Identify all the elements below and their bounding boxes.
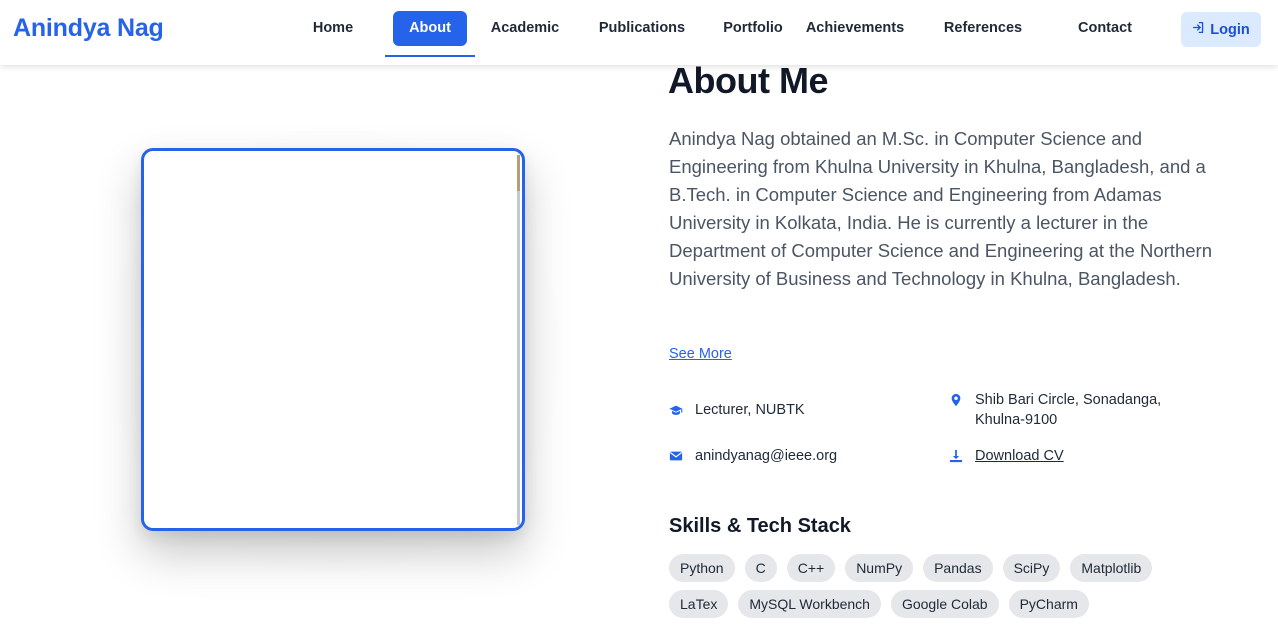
site-brand[interactable]: Anindya Nag: [13, 14, 164, 43]
skill-chip: SciPy: [1002, 554, 1061, 582]
skills-list: Python C C++ NumPy Pandas SciPy Matplotl…: [669, 554, 1209, 618]
position-info: Lecturer, NUBTK: [669, 400, 805, 423]
skill-chip: LaTex: [669, 590, 729, 618]
skill-chip: Matplotlib: [1070, 554, 1153, 582]
nav-home[interactable]: Home: [303, 11, 363, 46]
about-description: Anindya Nag obtained an M.Sc. in Compute…: [669, 128, 1212, 289]
skill-chip: PyCharm: [1008, 590, 1089, 618]
page-title: About Me: [668, 60, 828, 101]
nav-portfolio[interactable]: Portfolio: [718, 11, 788, 46]
nav-achievements[interactable]: Achievements: [801, 11, 909, 46]
email-text[interactable]: anindyanag@ieee.org: [695, 446, 837, 466]
login-button[interactable]: Login: [1181, 12, 1261, 47]
sign-in-icon: [1192, 21, 1205, 38]
nav-about[interactable]: About: [393, 11, 467, 46]
nav-academic[interactable]: Academic: [483, 11, 567, 46]
profile-photo: [141, 148, 525, 531]
map-pin-icon: [949, 390, 963, 413]
nav-contact[interactable]: Contact: [1072, 11, 1138, 46]
download-icon: [949, 446, 963, 469]
skill-chip: Python: [669, 554, 735, 582]
navbar: Anindya Nag Home About Academic Publicat…: [0, 0, 1278, 65]
skill-chip: C++: [786, 554, 836, 582]
address-info: Shib Bari Circle, Sonadanga, Khulna-9100: [949, 390, 1189, 430]
login-label: Login: [1210, 21, 1250, 38]
see-more-link[interactable]: See More: [669, 346, 732, 362]
skill-chip: Pandas: [923, 554, 993, 582]
skill-chip: C: [744, 554, 777, 582]
skill-chip: NumPy: [845, 554, 914, 582]
skill-chip: Google Colab: [890, 590, 999, 618]
download-cv-link[interactable]: Download CV: [975, 446, 1064, 466]
graduation-cap-icon: [669, 400, 683, 423]
download-cv-item[interactable]: Download CV: [949, 446, 1064, 469]
skill-chip: MySQL Workbench: [738, 590, 881, 618]
photo-edge: [517, 155, 520, 525]
position-text: Lecturer, NUBTK: [695, 402, 805, 418]
nav-publications[interactable]: Publications: [593, 11, 691, 46]
active-nav-indicator: [385, 55, 475, 57]
email-info: anindyanag@ieee.org: [669, 446, 837, 469]
address-text: Shib Bari Circle, Sonadanga, Khulna-9100: [975, 392, 1162, 428]
skills-heading: Skills & Tech Stack: [669, 515, 851, 537]
photo-edge-highlight: [517, 155, 520, 191]
nav-references[interactable]: References: [938, 11, 1028, 46]
envelope-icon: [669, 446, 683, 469]
